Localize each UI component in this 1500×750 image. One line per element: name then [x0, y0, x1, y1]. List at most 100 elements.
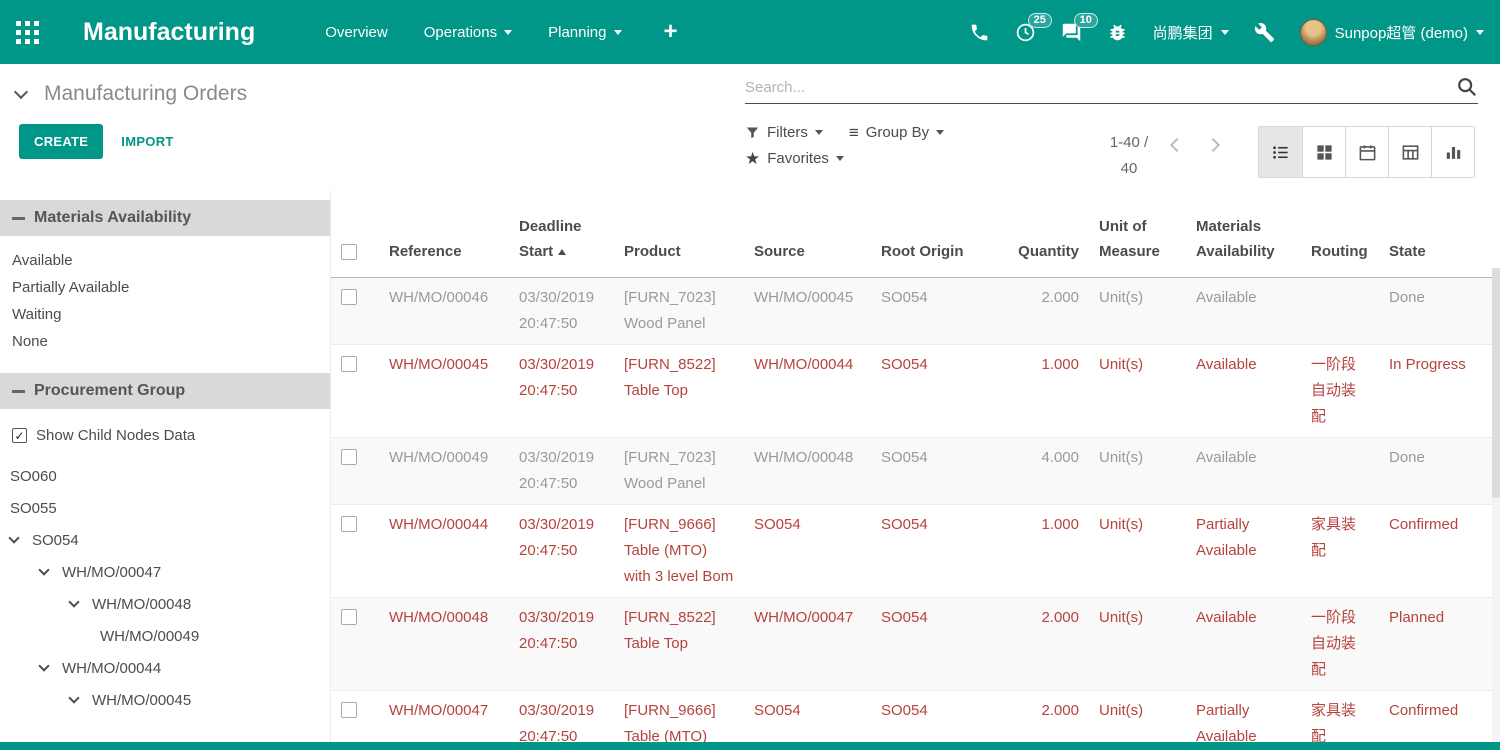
cell-state: Confirmed — [1379, 504, 1500, 597]
menu-planning[interactable]: Planning — [548, 24, 621, 41]
cell-uom: Unit(s) — [1089, 597, 1186, 690]
cell-root_origin: SO054 — [871, 277, 1002, 344]
procurement-tree-item[interactable]: SO055 — [0, 492, 330, 524]
favorites-dropdown[interactable]: ★ Favorites — [745, 150, 844, 167]
row-select-cell — [331, 277, 379, 344]
view-switch-graph[interactable] — [1431, 127, 1474, 177]
activity-clock-icon[interactable]: 25 — [1015, 22, 1036, 43]
procurement-tree-item[interactable]: WH/MO/00045 — [0, 684, 330, 716]
order-row[interactable]: WH/MO/0004703/30/2019 20:47:50[FURN_9666… — [331, 690, 1500, 750]
column-header-label: Source — [754, 243, 805, 260]
search-panel-sidebar: Materials Availability AvailablePartiall… — [0, 190, 331, 750]
expand-caret-icon[interactable] — [68, 596, 79, 607]
messages-icon[interactable]: 10 — [1061, 22, 1082, 43]
create-button[interactable]: CREATE — [19, 124, 103, 159]
availability-filter-item[interactable]: Waiting — [0, 301, 330, 328]
column-header-label: Materials Availability — [1196, 218, 1275, 260]
column-header-state[interactable]: State — [1379, 190, 1500, 277]
availability-filter-item[interactable]: Available — [0, 247, 330, 274]
procurement-tree-item[interactable]: WH/MO/00047 — [0, 556, 330, 588]
pager-next-icon[interactable] — [1206, 138, 1220, 152]
app-title[interactable]: Manufacturing — [83, 18, 255, 47]
availability-filter-item[interactable]: None — [0, 328, 330, 355]
row-checkbox[interactable] — [341, 356, 357, 372]
procurement-section-header: Procurement Group — [0, 373, 330, 409]
cell-state: In Progress — [1379, 344, 1500, 437]
order-row[interactable]: WH/MO/0004603/30/2019 20:47:50[FURN_7023… — [331, 277, 1500, 344]
expand-caret-icon[interactable] — [38, 660, 49, 671]
column-header-availability[interactable]: Materials Availability — [1186, 190, 1301, 277]
select-all-checkbox[interactable] — [341, 244, 357, 260]
bottom-accent-bar — [0, 742, 1500, 750]
row-checkbox[interactable] — [341, 516, 357, 532]
availability-filter-item[interactable]: Partially Available — [0, 274, 330, 301]
expand-caret-icon[interactable] — [8, 532, 19, 543]
column-header-source[interactable]: Source — [744, 190, 871, 277]
group-by-label: Group By — [866, 124, 929, 141]
pager-range: 1-40 / 40 — [1100, 130, 1158, 182]
tree-item-label: SO060 — [10, 468, 57, 485]
menu-overview[interactable]: Overview — [325, 24, 388, 41]
filters-label: Filters — [767, 124, 808, 141]
show-child-nodes-checkbox-row[interactable]: ✓ Show Child Nodes Data — [0, 409, 330, 450]
view-switch-kanban[interactable] — [1302, 127, 1345, 177]
chevron-down-icon[interactable] — [14, 84, 28, 98]
company-switcher[interactable]: 尚鹏集团 — [1153, 22, 1229, 43]
column-header-quantity[interactable]: Quantity — [1002, 190, 1089, 277]
search-icon[interactable] — [1456, 76, 1478, 98]
procurement-tree-item[interactable]: SO054 — [0, 524, 330, 556]
column-header-product[interactable]: Product — [614, 190, 744, 277]
order-row[interactable]: WH/MO/0004503/30/2019 20:47:50[FURN_8522… — [331, 344, 1500, 437]
row-checkbox[interactable] — [341, 449, 357, 465]
group-by-dropdown[interactable]: ≡ Group By — [849, 124, 944, 141]
cell-deadline: 03/30/2019 20:47:50 — [509, 504, 614, 597]
add-menu-button[interactable]: + — [664, 18, 678, 46]
column-header-routing[interactable]: Routing — [1301, 190, 1379, 277]
procurement-tree-item[interactable]: WH/MO/00044 — [0, 652, 330, 684]
menu-operations[interactable]: Operations — [424, 24, 512, 41]
column-header-deadline[interactable]: Deadline Start — [509, 190, 614, 277]
column-header-label: State — [1389, 243, 1426, 260]
user-menu[interactable]: Sunpop超管 (demo) — [1300, 19, 1484, 46]
debug-bug-icon[interactable] — [1107, 22, 1128, 43]
show-child-nodes-label: Show Child Nodes Data — [36, 427, 195, 444]
wrench-icon[interactable] — [1254, 22, 1275, 43]
availability-filter-list: AvailablePartially AvailableWaitingNone — [0, 236, 330, 363]
row-select-cell — [331, 504, 379, 597]
row-checkbox[interactable] — [341, 609, 357, 625]
cell-product: [FURN_7023] Wood Panel — [614, 277, 744, 344]
user-name: Sunpop超管 (demo) — [1335, 22, 1468, 43]
pivot-view-icon — [1401, 143, 1420, 162]
filters-dropdown[interactable]: Filters — [745, 124, 823, 141]
view-switch-list[interactable] — [1259, 127, 1302, 177]
procurement-tree-item[interactable]: SO060 — [0, 460, 330, 492]
expand-caret-icon[interactable] — [68, 692, 79, 703]
expand-caret-icon[interactable] — [38, 564, 49, 575]
row-checkbox[interactable] — [341, 702, 357, 718]
import-button[interactable]: IMPORT — [121, 134, 173, 149]
procurement-tree: SO060SO055SO054WH/MO/00047WH/MO/00048WH/… — [0, 450, 330, 726]
order-row[interactable]: WH/MO/0004403/30/2019 20:47:50[FURN_9666… — [331, 504, 1500, 597]
apps-menu-icon[interactable] — [16, 21, 39, 44]
row-checkbox[interactable] — [341, 289, 357, 305]
cell-state: Done — [1379, 277, 1500, 344]
view-switch-pivot[interactable] — [1388, 127, 1431, 177]
order-row[interactable]: WH/MO/0004903/30/2019 20:47:50[FURN_7023… — [331, 437, 1500, 504]
column-header-root_origin[interactable]: Root Origin — [871, 190, 1002, 277]
column-header-uom[interactable]: Unit of Measure — [1089, 190, 1186, 277]
order-row[interactable]: WH/MO/0004803/30/2019 20:47:50[FURN_8522… — [331, 597, 1500, 690]
sort-asc-icon — [558, 249, 566, 255]
procurement-tree-item[interactable]: WH/MO/00049 — [0, 620, 330, 652]
column-header-reference[interactable]: Reference — [379, 190, 509, 277]
checked-checkbox-icon[interactable]: ✓ — [12, 428, 27, 443]
vertical-scrollbar[interactable] — [1492, 268, 1500, 742]
breadcrumb[interactable]: Manufacturing Orders — [16, 82, 247, 106]
scrollbar-thumb[interactable] — [1492, 268, 1500, 498]
search-input[interactable] — [745, 76, 1478, 104]
pager-previous-icon[interactable] — [1170, 138, 1184, 152]
phone-icon[interactable] — [969, 22, 990, 43]
procurement-tree-item[interactable]: WH/MO/00048 — [0, 588, 330, 620]
cell-uom: Unit(s) — [1089, 437, 1186, 504]
view-switch-calendar[interactable] — [1345, 127, 1388, 177]
cell-product: [FURN_8522] Table Top — [614, 597, 744, 690]
